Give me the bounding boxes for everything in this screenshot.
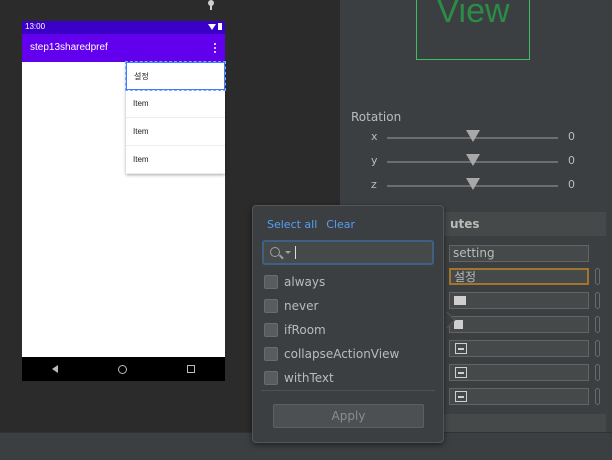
checkbox[interactable] [264, 323, 278, 337]
recents-icon[interactable] [187, 365, 195, 373]
image-icon [454, 296, 466, 305]
rotation-y-value: 0 [568, 154, 575, 167]
rotation-y-row: y 0 [371, 154, 591, 170]
status-time: 13:00 [25, 22, 46, 31]
menu-item[interactable]: Item [126, 118, 225, 146]
menu-item[interactable]: Item [126, 146, 225, 174]
option-label: collapseActionView [284, 347, 400, 361]
back-icon[interactable] [52, 365, 58, 373]
rotation-x-thumb[interactable] [465, 130, 480, 142]
option-collapse-action-view[interactable]: collapseActionView [264, 345, 399, 363]
phone-preview: 13:00 step13sharedpref 설정 Item Item Item [22, 21, 226, 381]
divider [261, 390, 435, 391]
rotation-x-value: 0 [568, 130, 575, 143]
rotation-z-row: z 0 [371, 178, 591, 194]
flag-search-input[interactable] [262, 240, 434, 265]
clear-link[interactable]: Clear [326, 218, 355, 231]
attributes-title: utes [450, 217, 480, 231]
home-icon[interactable] [118, 364, 127, 374]
checkbox[interactable] [264, 299, 278, 313]
options-menu-popup: 설정 Item Item Item [125, 61, 226, 174]
attributes-footer [444, 414, 606, 432]
app-bar: step13sharedpref [22, 34, 225, 62]
wifi-icon [208, 23, 216, 30]
boolean-picker-button[interactable] [595, 364, 600, 381]
text-cursor [295, 246, 296, 259]
option-with-text[interactable]: withText [264, 369, 334, 387]
rotation-x-row: x 0 [371, 130, 591, 146]
title-picker-button[interactable] [595, 268, 600, 285]
option-label: never [284, 299, 319, 313]
show-as-action-flags-popup: Select all Clear always never ifRoom col… [252, 205, 444, 443]
status-icons [208, 23, 222, 30]
show-as-action-field[interactable] [449, 316, 589, 333]
popup-links: Select all Clear [267, 218, 355, 231]
flag-icon [454, 320, 463, 329]
phone-nav-bar [22, 357, 225, 381]
checkbox[interactable] [264, 371, 278, 385]
attributes-section-header[interactable]: utes [444, 212, 606, 236]
rotation-z-label: z [371, 178, 377, 191]
indeterminate-checkbox-icon [455, 367, 467, 378]
battery-icon [218, 23, 222, 30]
boolean-picker-button[interactable] [595, 340, 600, 357]
boolean-field[interactable] [449, 364, 589, 381]
icon-picker-button[interactable] [595, 292, 600, 309]
overflow-menu-icon[interactable] [214, 43, 217, 53]
title-field[interactable]: 설정 [449, 268, 589, 285]
view-label: View [436, 0, 510, 30]
indeterminate-checkbox-icon [455, 391, 467, 402]
option-label: ifRoom [284, 323, 326, 337]
checkbox[interactable] [264, 275, 278, 289]
rotation-title: Rotation [351, 110, 402, 124]
boolean-field[interactable] [449, 388, 589, 405]
boolean-field[interactable] [449, 340, 589, 357]
checkbox[interactable] [264, 347, 278, 361]
icon-field[interactable] [449, 292, 589, 309]
status-bar: 13:00 [22, 21, 225, 34]
search-icon [270, 247, 280, 257]
rotation-y-label: y [371, 154, 378, 167]
menu-item[interactable]: Item [126, 90, 225, 118]
pin-icon [207, 0, 215, 10]
apply-button[interactable]: Apply [273, 404, 424, 428]
view-outline-preview: View [416, 0, 530, 60]
select-all-link[interactable]: Select all [267, 218, 317, 231]
option-label: always [284, 275, 326, 289]
indeterminate-checkbox-icon [455, 343, 467, 354]
option-label: withText [284, 371, 334, 385]
rotation-y-thumb[interactable] [465, 154, 480, 166]
show-as-action-picker-button[interactable] [595, 316, 600, 333]
rotation-z-value: 0 [568, 178, 575, 191]
chevron-down-icon [285, 251, 291, 254]
option-always[interactable]: always [264, 273, 325, 291]
option-never[interactable]: never [264, 297, 318, 315]
id-field[interactable]: setting [449, 245, 589, 262]
menu-item-settings[interactable]: 설정 [125, 61, 226, 91]
rotation-x-label: x [371, 130, 378, 143]
option-ifroom[interactable]: ifRoom [264, 321, 326, 339]
app-title: step13sharedpref [30, 42, 108, 53]
boolean-picker-button[interactable] [595, 388, 600, 405]
rotation-z-thumb[interactable] [465, 178, 480, 190]
